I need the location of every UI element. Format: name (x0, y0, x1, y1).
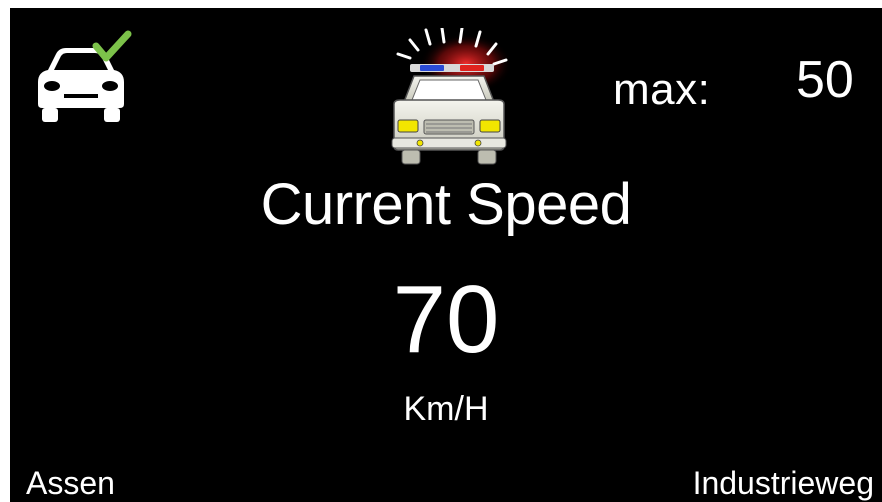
location-street: Industrieweg (692, 465, 874, 501)
speed-display-screen: max: 50 Current Speed 70 Km/H Assen Indu… (10, 8, 882, 502)
current-speed-value: 70 (392, 266, 500, 373)
current-speed-title: Current Speed (260, 172, 632, 237)
speed-limit-label: max: (613, 65, 711, 114)
speed-limit-value: 50 (796, 51, 854, 109)
car-check-icon (38, 30, 132, 122)
location-city: Assen (26, 465, 115, 501)
speed-unit: Km/H (403, 390, 489, 428)
police-car-icon (391, 28, 512, 165)
